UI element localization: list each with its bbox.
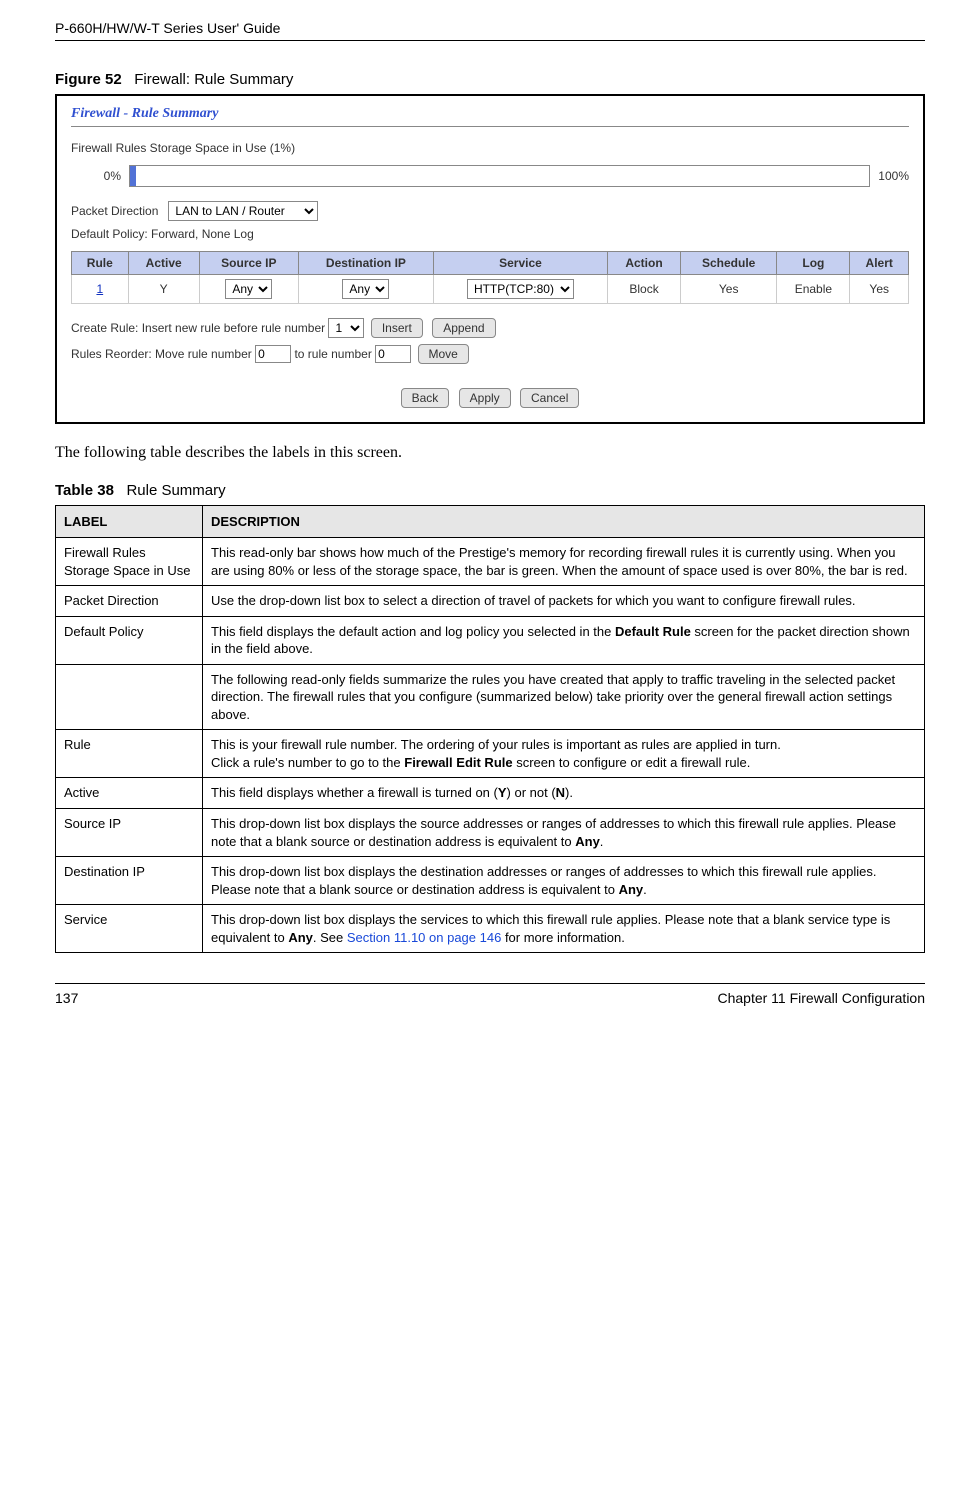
default-policy-label: Default Policy: Forward, None Log bbox=[71, 227, 909, 241]
th-log: Log bbox=[777, 252, 850, 275]
table-row: Active This field displays whether a fir… bbox=[56, 778, 925, 809]
figure-caption: Figure 52 Firewall: Rule Summary bbox=[55, 71, 925, 88]
rules-table: Rule Active Source IP Destination IP Ser… bbox=[71, 251, 909, 304]
back-button[interactable]: Back bbox=[401, 388, 450, 408]
packet-direction-select[interactable]: LAN to LAN / Router bbox=[168, 201, 318, 221]
row-label: Destination IP bbox=[56, 857, 203, 905]
page-number: 137 bbox=[55, 990, 78, 1006]
row-desc: This drop-down list box displays the ser… bbox=[203, 905, 925, 953]
pct-left: 0% bbox=[71, 169, 129, 183]
row-desc: The following read-only fields summarize… bbox=[203, 664, 925, 730]
row-label: Firewall Rules Storage Space in Use bbox=[56, 538, 203, 586]
header-guide-title: P-660H/HW/W-T Series User' Guide bbox=[55, 20, 925, 41]
desc-table: LABEL DESCRIPTION Firewall Rules Storage… bbox=[55, 505, 925, 953]
pct-right: 100% bbox=[878, 169, 909, 183]
move-button[interactable]: Move bbox=[418, 344, 469, 364]
rule-link[interactable]: 1 bbox=[96, 282, 103, 296]
table-row: Firewall Rules Storage Space in Use This… bbox=[56, 538, 925, 586]
th-rule: Rule bbox=[72, 252, 129, 275]
row-desc: This drop-down list box displays the sou… bbox=[203, 809, 925, 857]
reorder-to-input[interactable] bbox=[375, 345, 411, 363]
cell-log: Enable bbox=[777, 275, 850, 304]
figure-title: Firewall: Rule Summary bbox=[134, 71, 293, 88]
row-label: Packet Direction bbox=[56, 586, 203, 617]
reorder-label-a: Rules Reorder: Move rule number bbox=[71, 347, 252, 361]
row-label: Rule bbox=[56, 730, 203, 778]
th-label: LABEL bbox=[56, 506, 203, 538]
row-desc: Use the drop-down list box to select a d… bbox=[203, 586, 925, 617]
th-alert: Alert bbox=[850, 252, 909, 275]
table-row: Packet Direction Use the drop-down list … bbox=[56, 586, 925, 617]
reorder-from-input[interactable] bbox=[255, 345, 291, 363]
row-label: Source IP bbox=[56, 809, 203, 857]
table-row: 1 Y Any Any HTTP(TCP:80) Block Yes Enabl… bbox=[72, 275, 909, 304]
cell-action: Block bbox=[608, 275, 681, 304]
th-dest: Destination IP bbox=[298, 252, 433, 275]
packet-direction-label: Packet Direction bbox=[71, 204, 158, 218]
row-label: Default Policy bbox=[56, 616, 203, 664]
create-rule-number-select[interactable]: 1 bbox=[328, 318, 364, 338]
row-desc: This field displays the default action a… bbox=[203, 616, 925, 664]
storage-label: Firewall Rules Storage Space in Use (1%) bbox=[71, 141, 909, 155]
th-active: Active bbox=[128, 252, 199, 275]
create-rule-label: Create Rule: Insert new rule before rule… bbox=[71, 321, 325, 335]
cell-schedule: Yes bbox=[681, 275, 777, 304]
divider bbox=[71, 126, 909, 127]
th-action: Action bbox=[608, 252, 681, 275]
table-row: Rule This is your firewall rule number. … bbox=[56, 730, 925, 778]
dest-ip-select[interactable]: Any bbox=[342, 279, 389, 299]
reorder-label-b: to rule number bbox=[294, 347, 371, 361]
row-desc: This field displays whether a firewall i… bbox=[203, 778, 925, 809]
row-desc: This drop-down list box displays the des… bbox=[203, 857, 925, 905]
table-row: Source IP This drop-down list box displa… bbox=[56, 809, 925, 857]
table-row: Service This drop-down list box displays… bbox=[56, 905, 925, 953]
row-label: Service bbox=[56, 905, 203, 953]
service-select[interactable]: HTTP(TCP:80) bbox=[467, 279, 574, 299]
table-row: Default Policy This field displays the d… bbox=[56, 616, 925, 664]
section-link[interactable]: Section 11.10 on page 146 bbox=[347, 930, 501, 945]
storage-bar bbox=[129, 165, 870, 187]
cancel-button[interactable]: Cancel bbox=[520, 388, 579, 408]
table-title: Rule Summary bbox=[126, 482, 225, 499]
table-label: Table 38 bbox=[55, 482, 114, 499]
body-text: The following table describes the labels… bbox=[55, 444, 925, 462]
screenshot-title: Firewall - Rule Summary bbox=[71, 106, 909, 122]
th-service: Service bbox=[433, 252, 607, 275]
row-desc: This read-only bar shows how much of the… bbox=[203, 538, 925, 586]
row-desc: This is your firewall rule number. The o… bbox=[203, 730, 925, 778]
cell-alert: Yes bbox=[850, 275, 909, 304]
table-row: Destination IP This drop-down list box d… bbox=[56, 857, 925, 905]
table-row: The following read-only fields summarize… bbox=[56, 664, 925, 730]
cell-active: Y bbox=[128, 275, 199, 304]
screenshot-frame: Firewall - Rule Summary Firewall Rules S… bbox=[55, 94, 925, 424]
source-ip-select[interactable]: Any bbox=[225, 279, 272, 299]
insert-button[interactable]: Insert bbox=[371, 318, 423, 338]
th-schedule: Schedule bbox=[681, 252, 777, 275]
row-label bbox=[56, 664, 203, 730]
figure-label: Figure 52 bbox=[55, 71, 122, 88]
storage-fill bbox=[130, 166, 136, 186]
append-button[interactable]: Append bbox=[432, 318, 495, 338]
th-source: Source IP bbox=[199, 252, 298, 275]
table-caption: Table 38 Rule Summary bbox=[55, 482, 925, 499]
chapter-title: Chapter 11 Firewall Configuration bbox=[717, 990, 925, 1006]
apply-button[interactable]: Apply bbox=[459, 388, 511, 408]
row-label: Active bbox=[56, 778, 203, 809]
th-description: DESCRIPTION bbox=[203, 506, 925, 538]
